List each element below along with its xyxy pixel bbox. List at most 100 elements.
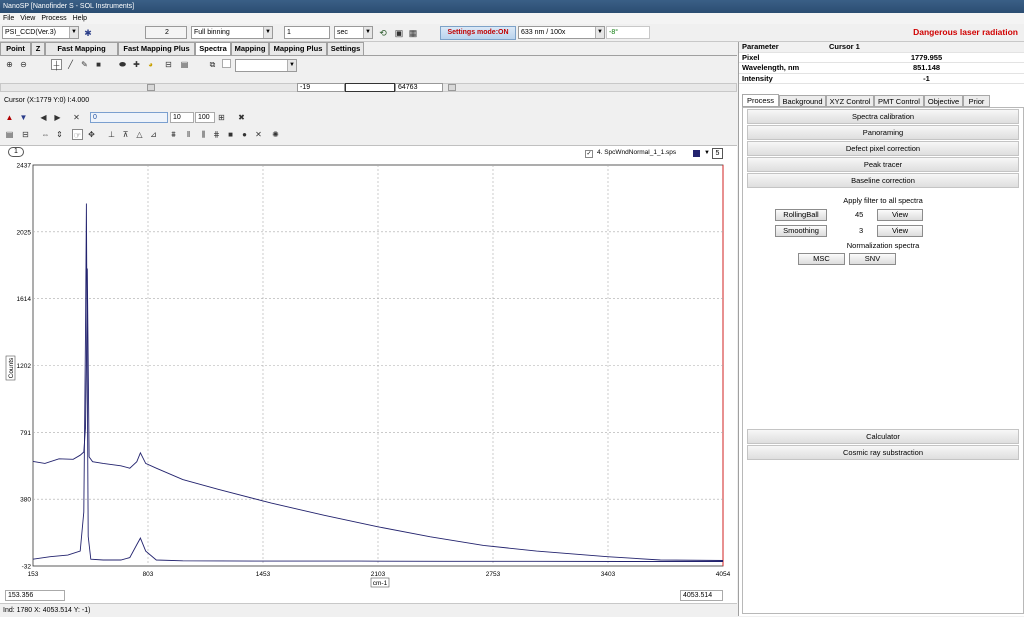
- previous-icon[interactable]: ◀: [38, 112, 49, 123]
- bars-icon[interactable]: ‖: [183, 129, 194, 140]
- plot-tab-number[interactable]: 1: [8, 147, 24, 157]
- main-tabs: Point Z Fast Mapping Fast Mapping Plus S…: [0, 42, 365, 56]
- device-connect-icon[interactable]: ✱: [82, 27, 94, 39]
- save-icon[interactable]: ▤: [179, 59, 190, 70]
- smoothing-view-button[interactable]: View: [877, 225, 923, 237]
- image-icon[interactable]: ▣: [393, 27, 405, 39]
- x-min-field[interactable]: 153.356: [5, 590, 65, 601]
- tab-spectra[interactable]: Spectra: [195, 42, 231, 56]
- legend-color-swatch[interactable]: [693, 150, 700, 157]
- tab-background[interactable]: Background: [779, 95, 826, 107]
- range-max-field[interactable]: 64763: [395, 83, 443, 92]
- option-checkbox[interactable]: [222, 59, 231, 68]
- tab-process[interactable]: Process: [742, 94, 779, 107]
- snv-button[interactable]: SNV: [849, 253, 896, 265]
- tab-fast-mapping[interactable]: Fast Mapping: [45, 42, 118, 55]
- lasso-icon[interactable]: ◕: [145, 59, 156, 70]
- export-icon[interactable]: ⧉: [207, 59, 218, 70]
- ellipse-tool-icon[interactable]: ⬬: [117, 59, 128, 70]
- zoom-out-icon[interactable]: ⊖: [18, 59, 29, 70]
- triangle-up-icon[interactable]: ▲: [4, 112, 15, 123]
- camera-icon[interactable]: ▦: [407, 27, 419, 39]
- rectangle-tool-icon[interactable]: ■: [93, 59, 104, 70]
- clear-all-icon[interactable]: ✖: [236, 112, 247, 123]
- nav-field-2[interactable]: 10: [170, 112, 194, 123]
- tab-pmt-control[interactable]: PMT Control: [874, 95, 924, 107]
- menu-view[interactable]: View: [20, 15, 35, 22]
- table-row: Wavelength, nm 851.148: [739, 63, 1024, 74]
- legend-dropdown-icon[interactable]: ▼: [704, 150, 710, 156]
- legend-checkbox[interactable]: ✓: [585, 150, 593, 158]
- nav-field-1[interactable]: 0: [90, 112, 168, 123]
- tab-mapping[interactable]: Mapping: [231, 42, 269, 55]
- area-icon[interactable]: △: [134, 129, 145, 140]
- delete-icon[interactable]: ✕: [71, 112, 82, 123]
- laser-select[interactable]: 633 nm / 100x ▼: [518, 26, 605, 39]
- binning-select[interactable]: Full binning ▼: [191, 26, 273, 39]
- filter-icon[interactable]: ⩩: [168, 129, 179, 140]
- x-max-field[interactable]: 4053.514: [680, 590, 723, 601]
- spectrum-chart[interactable]: 153 803 1453 2103 2753 3403 4054 2437 2025 1614 12…: [0, 160, 737, 604]
- rollingball-view-button[interactable]: View: [877, 209, 923, 221]
- range-left-handle[interactable]: [147, 84, 155, 91]
- tab-objective[interactable]: Objective: [924, 95, 963, 107]
- settings-mode-button[interactable]: Settings mode:ON: [440, 26, 516, 40]
- stop-icon[interactable]: ■: [225, 129, 236, 140]
- device-select[interactable]: PSI_CCD(Ver.3) ▼: [2, 26, 79, 39]
- close-icon[interactable]: ✕: [253, 129, 264, 140]
- spectra-combo[interactable]: ▼: [235, 59, 297, 72]
- open-folder-icon[interactable]: ⊟: [163, 59, 174, 70]
- tab-prior[interactable]: Prior: [963, 95, 990, 107]
- menu-file[interactable]: File: [3, 15, 14, 22]
- range-right-handle[interactable]: [448, 84, 456, 91]
- open-spectrum-icon[interactable]: ⊟: [20, 129, 31, 140]
- nav-field-3[interactable]: 100: [195, 112, 215, 123]
- section-spectra-calibration[interactable]: Spectra calibration: [747, 109, 1019, 124]
- menu-process[interactable]: Process: [41, 15, 66, 22]
- refresh-icon[interactable]: ⟲: [377, 27, 389, 39]
- save-spectrum-icon[interactable]: ▤: [4, 129, 15, 140]
- baseline-icon[interactable]: ⊥: [106, 129, 117, 140]
- pan-icon[interactable]: ☞: [72, 129, 83, 140]
- tab-point[interactable]: Point: [0, 42, 31, 55]
- grid-icon[interactable]: ⋕: [211, 129, 222, 140]
- section-baseline-correction[interactable]: Baseline correction: [747, 173, 1019, 188]
- exposure-unit-select[interactable]: sec ▼: [334, 26, 373, 39]
- section-peak-tracer[interactable]: Peak tracer: [747, 157, 1019, 172]
- horizontal-fit-icon[interactable]: ⇔: [40, 129, 51, 140]
- rollingball-button[interactable]: RollingBall: [775, 209, 827, 221]
- tab-mapping-plus[interactable]: Mapping Plus: [269, 42, 327, 55]
- section-panoraming[interactable]: Panoraming: [747, 125, 1019, 140]
- record-icon[interactable]: ●: [239, 129, 250, 140]
- scale-icon[interactable]: ⊿: [148, 129, 159, 140]
- range-thumb[interactable]: [345, 83, 395, 92]
- tab-settings[interactable]: Settings: [327, 42, 364, 55]
- msc-button[interactable]: MSC: [798, 253, 845, 265]
- exposure-field[interactable]: 1: [284, 26, 330, 39]
- accumulations-field[interactable]: 2: [145, 26, 187, 39]
- section-cosmic-ray[interactable]: Cosmic ray substraction: [747, 445, 1019, 460]
- section-defect-pixel[interactable]: Defect pixel correction: [747, 141, 1019, 156]
- pencil-icon[interactable]: ✎: [79, 59, 90, 70]
- gear-icon[interactable]: ✺: [270, 129, 281, 140]
- tab-z[interactable]: Z: [31, 42, 45, 55]
- next-icon[interactable]: ▶: [52, 112, 63, 123]
- range-scrollbar[interactable]: -19 64763: [0, 83, 737, 92]
- move-icon[interactable]: ✥: [86, 129, 97, 140]
- smoothing-button[interactable]: Smoothing: [775, 225, 827, 237]
- crosshair-icon[interactable]: ┼: [51, 59, 62, 70]
- section-calculator[interactable]: Calculator: [747, 429, 1019, 444]
- chevron-down-icon: ▼: [287, 60, 296, 71]
- tab-fast-mapping-plus[interactable]: Fast Mapping Plus: [118, 42, 195, 55]
- adjust-icon[interactable]: ⊞: [216, 112, 227, 123]
- tab-xyz-control[interactable]: XYZ Control: [826, 95, 874, 107]
- menu-help[interactable]: Help: [73, 15, 87, 22]
- peak-icon[interactable]: ⊼: [120, 129, 131, 140]
- range-min-field[interactable]: -19: [297, 83, 345, 92]
- columns-icon[interactable]: ⫼: [198, 129, 209, 140]
- vertical-fit-icon[interactable]: ⇕: [54, 129, 65, 140]
- line-tool-icon[interactable]: ╱: [65, 59, 76, 70]
- zoom-in-icon[interactable]: ⊕: [4, 59, 15, 70]
- triangle-down-icon[interactable]: ▼: [18, 112, 29, 123]
- cross-tool-icon[interactable]: ✚: [131, 59, 142, 70]
